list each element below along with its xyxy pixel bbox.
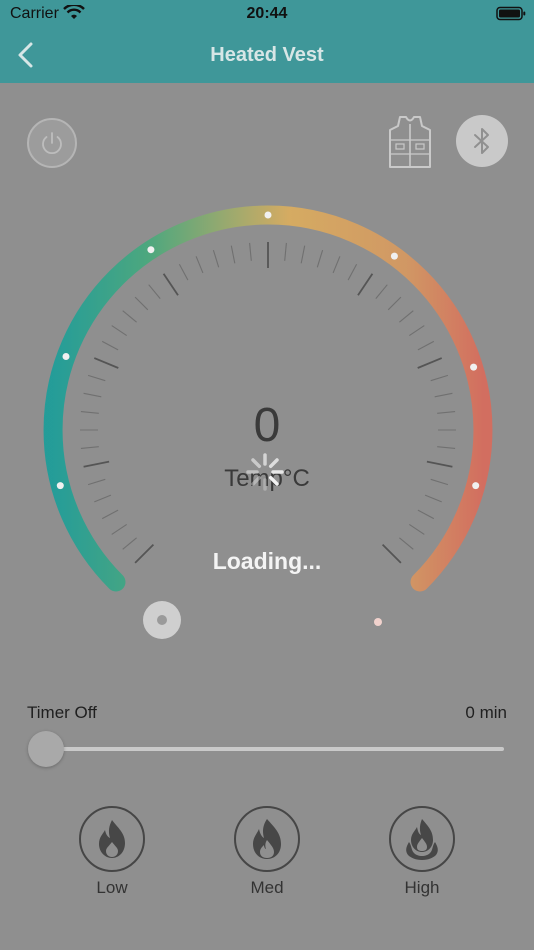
dial-tick: [347, 263, 358, 281]
dial-tick: [93, 357, 119, 369]
dial-tick: [434, 392, 453, 398]
power-icon: [42, 132, 62, 155]
timer-value: 0 min: [465, 703, 507, 722]
dial-tick: [111, 325, 128, 337]
dial-marker-dot: [264, 211, 272, 219]
bluetooth-icon: [474, 128, 489, 154]
dial-tick: [430, 374, 449, 382]
dial-tick: [399, 310, 414, 323]
dial-tick: [424, 494, 442, 503]
dial-end-marker: [374, 618, 382, 626]
dial-tick: [134, 296, 149, 311]
dial-tick: [212, 249, 220, 268]
timer-slider-track[interactable]: [46, 747, 504, 751]
dial-marker-dot: [62, 353, 70, 360]
flame-med-icon: [253, 819, 281, 859]
dial-tick: [230, 245, 236, 264]
dial-tick: [162, 273, 179, 296]
power-button[interactable]: [27, 118, 77, 168]
status-bar: Carrier 20:44: [0, 0, 534, 28]
dial-tick: [83, 392, 102, 398]
dial-tick: [94, 494, 112, 503]
spinner-icon: [246, 453, 284, 491]
dial-knob[interactable]: [143, 601, 181, 639]
flame-high-icon: [406, 819, 438, 860]
dial-tick: [87, 374, 106, 382]
dial-marker-dot: [390, 252, 398, 260]
loading-text: Loading...: [212, 548, 322, 574]
dial-tick: [417, 509, 435, 520]
dial-tick: [375, 284, 388, 299]
temperature-value: 0: [253, 399, 281, 452]
dial-tick: [195, 256, 204, 274]
mode-high-button[interactable]: [389, 806, 455, 872]
dial-marker-dot: [470, 363, 478, 371]
bluetooth-button[interactable]: [456, 115, 508, 167]
flame-low-icon: [99, 820, 125, 858]
dial-tick: [408, 523, 425, 535]
mode-med-label: Med: [250, 878, 284, 897]
spinner-spoke: [268, 475, 279, 486]
dial-tick: [300, 245, 306, 264]
dial-tick: [178, 263, 189, 281]
dial-tick: [111, 523, 128, 535]
mode-med-button[interactable]: [234, 806, 300, 872]
dial-tick: [387, 296, 402, 311]
dial-tick: [249, 242, 252, 261]
battery-icon: [496, 6, 526, 27]
dial-tick: [101, 340, 119, 351]
dial-tick: [417, 340, 435, 351]
mode-low-label: Low: [96, 878, 128, 897]
dial-tick: [332, 256, 341, 274]
dial-tick: [148, 284, 161, 299]
dial-tick: [122, 310, 137, 323]
dial-tick: [316, 249, 324, 268]
dial-tick: [417, 357, 443, 369]
vest-icon[interactable]: [386, 114, 434, 170]
clock: 20:44: [246, 5, 288, 22]
mode-low-button[interactable]: [79, 806, 145, 872]
timer-label: Timer Off: [27, 703, 97, 722]
dial-marker-dot: [147, 246, 155, 254]
nav-bar: Heated Vest: [0, 28, 534, 83]
dial-tick: [357, 273, 374, 296]
spinner-spoke: [268, 458, 279, 469]
dial-tick: [408, 325, 425, 337]
dial-tick: [284, 242, 287, 261]
mode-high-label: High: [404, 878, 440, 897]
dial-tick: [101, 509, 119, 520]
spinner-spoke: [251, 475, 262, 486]
timer-slider-thumb[interactable]: [28, 731, 64, 767]
page-title: Heated Vest: [210, 44, 324, 66]
spinner-spoke: [251, 458, 262, 469]
